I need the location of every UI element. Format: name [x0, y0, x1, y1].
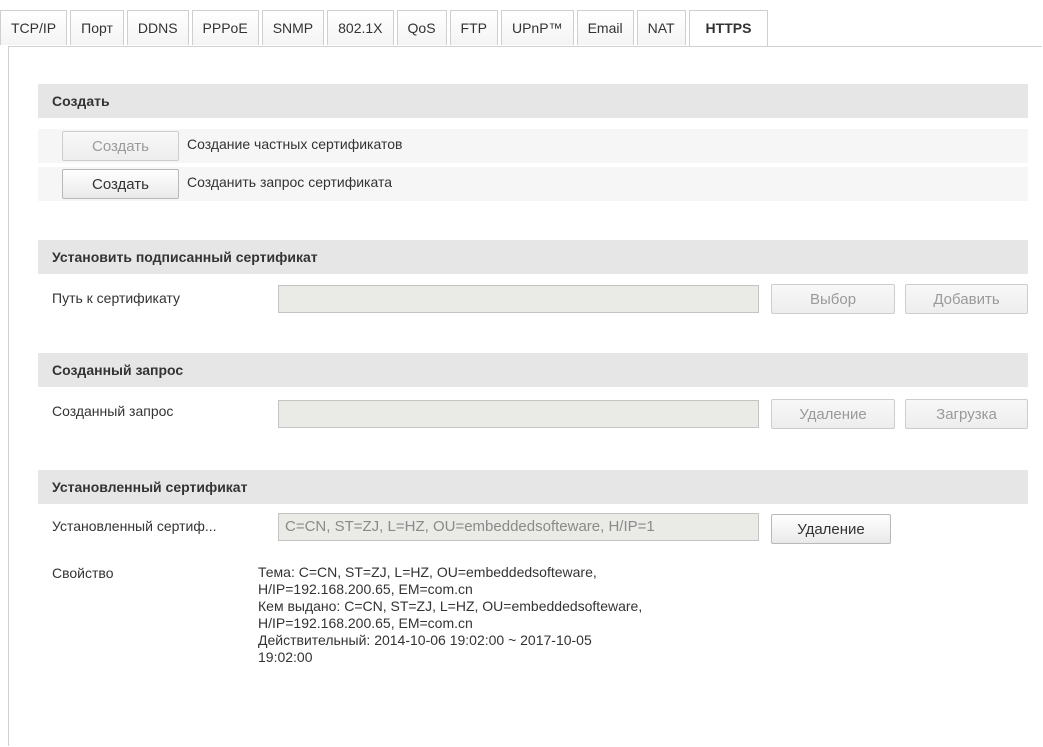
- tab-bar: TCP/IP Порт DDNS PPPoE SNMP 802.1X QoS F…: [0, 10, 771, 46]
- property-line: Кем выдано: C=CN, ST=ZJ, L=HZ, OU=embedd…: [258, 598, 643, 614]
- create-cert-request-label: Созданить запрос сертификата: [187, 174, 392, 190]
- property-line: H/IP=192.168.200.65, EM=com.cn: [258, 615, 473, 631]
- property-label: Свойство: [52, 565, 114, 581]
- tab-ftp[interactable]: FTP: [449, 10, 498, 45]
- property-line: Тема: C=CN, ST=ZJ, L=HZ, OU=embeddedsoft…: [258, 564, 597, 580]
- tab-upnp[interactable]: UPnP™: [500, 10, 574, 45]
- tab-nat[interactable]: NAT: [636, 10, 686, 45]
- section-header-install-signed: Установить подписанный сертификат: [38, 240, 1028, 274]
- download-request-button[interactable]: Загрузка: [905, 399, 1028, 429]
- tab-email[interactable]: Email: [576, 10, 634, 45]
- section-header-create: Создать: [38, 84, 1028, 118]
- property-line: H/IP=192.168.200.65, EM=com.cn: [258, 581, 473, 597]
- cert-path-input[interactable]: [278, 285, 759, 313]
- installed-cert-input[interactable]: C=CN, ST=ZJ, L=HZ, OU=embeddedsofteware,…: [278, 513, 759, 541]
- create-private-cert-button[interactable]: Создать: [62, 131, 179, 161]
- tab-qos[interactable]: QoS: [396, 10, 447, 45]
- tab-port[interactable]: Порт: [70, 10, 124, 45]
- add-button[interactable]: Добавить: [905, 284, 1028, 314]
- delete-request-button[interactable]: Удаление: [771, 399, 895, 429]
- tab-ddns[interactable]: DDNS: [126, 10, 189, 45]
- tab-8021x[interactable]: 802.1X: [327, 10, 394, 45]
- tab-https[interactable]: HTTPS: [688, 10, 769, 46]
- browse-button[interactable]: Выбор: [771, 284, 895, 314]
- section-header-installed-cert: Установленный сертификат: [38, 470, 1028, 504]
- tab-pppoe[interactable]: PPPoE: [191, 10, 259, 45]
- cert-path-label: Путь к сертификату: [52, 290, 180, 306]
- section-header-created-request: Созданный запрос: [38, 353, 1028, 387]
- tab-snmp[interactable]: SNMP: [261, 10, 325, 45]
- tab-tcpip[interactable]: TCP/IP: [0, 10, 68, 45]
- create-private-cert-label: Создание частных сертификатов: [187, 136, 403, 152]
- installed-cert-label: Установленный сертиф...: [52, 518, 217, 534]
- created-request-label: Созданный запрос: [52, 403, 174, 419]
- create-cert-request-button[interactable]: Создать: [62, 169, 179, 199]
- property-line: Действительный: 2014-10-06 19:02:00 ~ 20…: [258, 632, 592, 648]
- created-request-input[interactable]: [278, 400, 759, 428]
- property-line: 19:02:00: [258, 649, 313, 665]
- delete-installed-cert-button[interactable]: Удаление: [771, 514, 891, 544]
